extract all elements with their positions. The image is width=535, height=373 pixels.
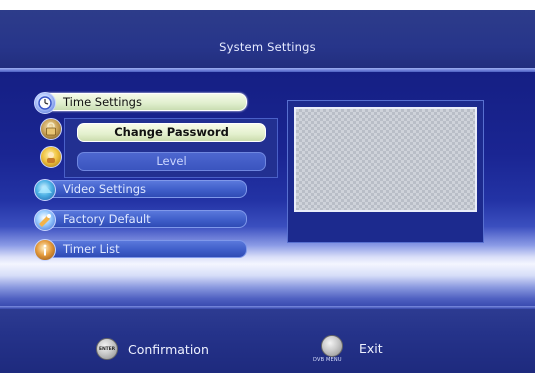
preview-panel xyxy=(287,100,484,243)
dvb-menu-label: DVB MENU xyxy=(313,357,342,363)
change-password-button[interactable]: Change Password xyxy=(77,123,266,142)
enter-button-text: ENTER xyxy=(99,347,115,352)
video-icon xyxy=(34,179,56,201)
enter-button[interactable]: ENTER xyxy=(96,338,118,360)
menu-item-factory-default[interactable]: Factory Default xyxy=(40,210,247,228)
menu-item-label: Factory Default xyxy=(63,212,151,226)
header-bar: System Settings xyxy=(0,10,535,74)
menu-item-video-settings[interactable]: Video Settings xyxy=(40,180,247,198)
clock-icon xyxy=(34,92,56,114)
footer-divider xyxy=(0,306,535,309)
info-icon xyxy=(34,239,56,261)
confirmation-label: Confirmation xyxy=(128,342,209,357)
menu-item-time-settings[interactable]: Time Settings xyxy=(40,93,247,111)
menu-item-label: Video Settings xyxy=(63,182,147,196)
dvb-menu-button[interactable] xyxy=(321,335,343,357)
password-submenu: Change Password Level xyxy=(64,118,278,178)
tv-screen: System Settings Time Settings Change Pas… xyxy=(0,0,535,373)
level-button[interactable]: Level xyxy=(77,152,266,171)
top-border xyxy=(0,0,535,10)
exit-label: Exit xyxy=(359,341,383,356)
preview-image xyxy=(294,107,477,212)
footer-bar: ENTER Confirmation DVB MENU Exit xyxy=(0,306,535,373)
menu-item-label: Timer List xyxy=(63,242,120,256)
page-title: System Settings xyxy=(219,40,316,54)
menu-item-label: Time Settings xyxy=(63,95,142,109)
parental-icon[interactable] xyxy=(40,146,62,168)
menu-item-timer-list[interactable]: Timer List xyxy=(40,240,247,258)
lock-icon[interactable] xyxy=(40,118,62,140)
factory-default-icon xyxy=(34,209,56,231)
